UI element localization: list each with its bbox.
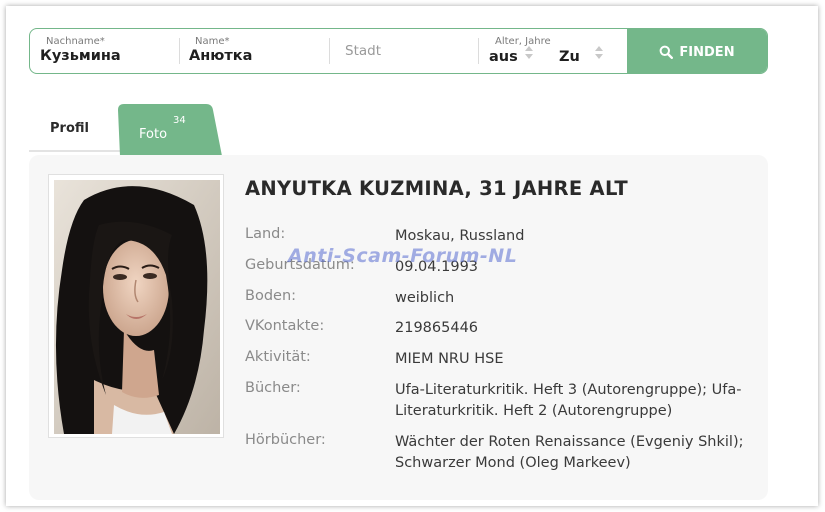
gender-value: weiblich [395,290,455,306]
profile-title: ANYUTKA KUZMINA, 31 JAHRE ALT [245,177,629,200]
age-to-stepper-icon[interactable] [595,46,603,62]
age-field: Alter, Jahre aus Zu [479,29,629,73]
name-field[interactable]: Name* Анютка [180,29,330,73]
search-icon [660,45,674,59]
name-input[interactable]: Анютка [189,48,252,64]
tab-profil-label: Profil [50,121,89,136]
activity-value: MIEM NRU HSE [395,351,504,367]
age-from-select[interactable]: aus [489,49,518,65]
books-label: Bücher: [245,380,301,396]
profile-photo[interactable] [54,180,220,434]
city-input[interactable]: Stadt [345,43,381,59]
find-button-label: FINDEN [679,44,735,60]
country-label: Land: [245,226,286,242]
search-bar: Nachname* Кузьмина Name* Анютка Stadt Al… [29,28,768,74]
books-value: Ufa-Literaturkritik. Heft 3 (Autorengrup… [395,382,742,419]
audiobooks-label: Hörbücher: [245,432,326,448]
profile-photo-frame[interactable] [48,174,224,438]
tab-profil[interactable]: Profil [29,110,121,152]
audiobooks-value: Wächter der Roten Renaissance (Evgeniy S… [395,434,744,471]
age-from-stepper-icon[interactable] [525,46,533,62]
tab-foto-label: Foto [139,127,168,142]
age-label: Alter, Jahre [495,36,551,47]
activity-label: Aktivität: [245,349,311,365]
city-field[interactable]: Stadt [330,29,478,73]
tab-foto[interactable]: Foto 34 [116,102,226,156]
lastname-label: Nachname* [46,36,105,47]
gender-label: Boden: [245,288,297,304]
age-to-select[interactable]: Zu [559,49,580,65]
name-label: Name* [195,36,230,47]
country-value: Moskau, Russland [395,228,525,244]
lastname-input[interactable]: Кузьмина [40,48,121,64]
tab-foto-shape [118,104,222,156]
vkontakte-label: VKontakte: [245,318,325,334]
photo-count-badge: 34 [173,115,186,126]
lastname-field[interactable]: Nachname* Кузьмина [30,29,180,73]
vkontakte-value: 219865446 [395,320,479,336]
watermark: Anti-Scam-Forum-NL [288,245,518,267]
find-button[interactable]: FINDEN [627,29,767,73]
